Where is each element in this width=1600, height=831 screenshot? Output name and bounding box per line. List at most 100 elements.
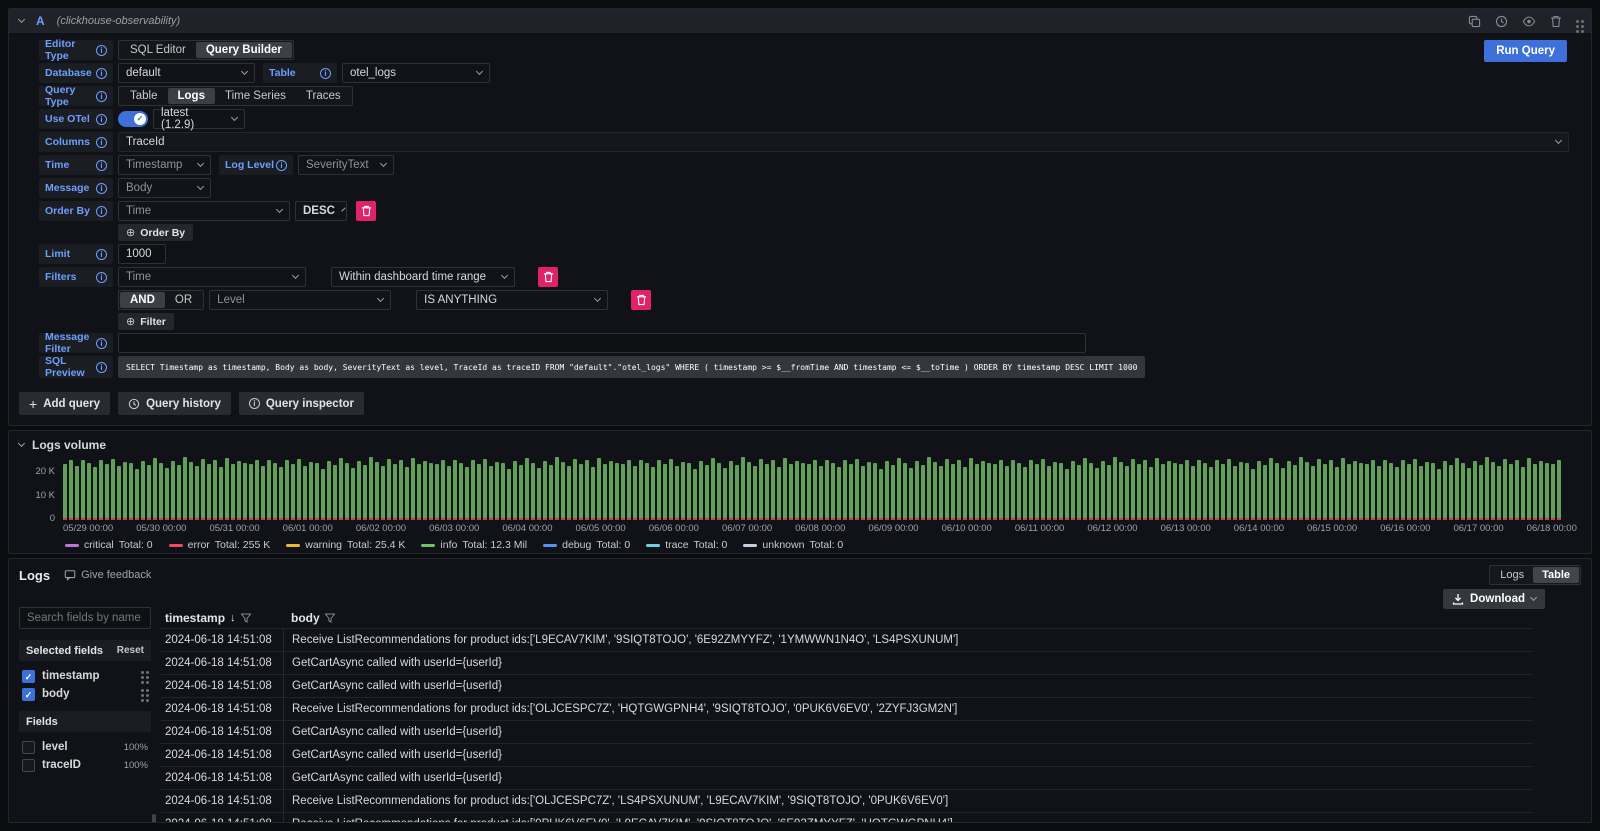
log-table-row[interactable]: 2024-06-18 14:51:08Receive ListRecommend… bbox=[161, 813, 1533, 823]
checkbox[interactable]: ✓ bbox=[22, 688, 35, 701]
legend-item-warning[interactable]: warningTotal: 25.4 K bbox=[286, 539, 405, 551]
search-fields-input[interactable] bbox=[19, 607, 151, 629]
legend-item-critical[interactable]: criticalTotal: 0 bbox=[65, 539, 153, 551]
log-table-row[interactable]: 2024-06-18 14:51:08GetCartAsync called w… bbox=[161, 744, 1533, 767]
filter-icon[interactable] bbox=[325, 613, 335, 623]
sort-desc-icon[interactable]: ↓ bbox=[230, 612, 236, 624]
query-type-option-logs[interactable]: Logs bbox=[168, 88, 215, 104]
filter-field-select[interactable]: Time bbox=[118, 267, 306, 287]
filter-icon[interactable] bbox=[241, 613, 251, 623]
order-direction-select[interactable]: DESC bbox=[295, 201, 347, 221]
filter2-field-select[interactable]: Level bbox=[209, 290, 391, 310]
bool-option-or[interactable]: OR bbox=[165, 292, 202, 308]
legend-item-error[interactable]: errorTotal: 255 K bbox=[169, 539, 271, 551]
info-icon[interactable]: i bbox=[96, 338, 107, 349]
info-icon[interactable]: i bbox=[96, 137, 107, 148]
info-icon[interactable]: i bbox=[96, 91, 107, 102]
query-inspector-button[interactable]: iQuery inspector bbox=[239, 392, 364, 415]
table-select[interactable]: otel_logs bbox=[342, 63, 490, 83]
logs-volume-header[interactable]: Logs volume bbox=[19, 437, 1581, 453]
download-button[interactable]: Download bbox=[1443, 589, 1545, 609]
selected-field-body[interactable]: ✓body bbox=[19, 685, 151, 703]
remove-filter2-button[interactable] bbox=[631, 290, 651, 310]
add-query-button[interactable]: +Add query bbox=[19, 392, 110, 415]
log-table-row[interactable]: 2024-06-18 14:51:08GetCartAsync called w… bbox=[161, 721, 1533, 744]
add-filter-button[interactable]: ⊕Filter bbox=[118, 313, 174, 330]
view-option-table[interactable]: Table bbox=[1533, 567, 1579, 583]
database-select[interactable]: default bbox=[118, 63, 255, 83]
log-table-row[interactable]: 2024-06-18 14:51:08Receive ListRecommend… bbox=[161, 698, 1533, 721]
legend-item-debug[interactable]: debugTotal: 0 bbox=[543, 539, 630, 551]
selected-field-timestamp[interactable]: ✓timestamp bbox=[19, 667, 151, 685]
message-column-select[interactable]: Body bbox=[118, 178, 211, 198]
query-type-option-traces[interactable]: Traces bbox=[296, 88, 351, 104]
info-icon[interactable]: i bbox=[96, 272, 107, 283]
log-table-row[interactable]: 2024-06-18 14:51:08Receive ListRecommend… bbox=[161, 629, 1533, 652]
info-icon[interactable]: i bbox=[96, 160, 107, 171]
remove-filter-button[interactable] bbox=[538, 267, 558, 287]
filter2-operator-select[interactable]: IS ANYTHING bbox=[416, 290, 608, 310]
drag-handle-icon[interactable] bbox=[141, 671, 144, 674]
sidebar-scrollbar[interactable] bbox=[152, 814, 156, 823]
drag-handle-icon[interactable] bbox=[141, 689, 144, 692]
volume-bar bbox=[639, 460, 643, 521]
message-filter-input[interactable] bbox=[118, 333, 1086, 353]
log-table-row[interactable]: 2024-06-18 14:51:08GetCartAsync called w… bbox=[161, 652, 1533, 675]
query-history-button[interactable]: Query history bbox=[118, 392, 231, 415]
field-level[interactable]: level100% bbox=[19, 738, 151, 756]
columns-multiselect[interactable]: TraceId bbox=[118, 132, 1569, 152]
view-option-logs[interactable]: Logs bbox=[1491, 567, 1533, 583]
info-icon[interactable]: i bbox=[96, 45, 107, 56]
collapse-volume-icon[interactable] bbox=[18, 440, 25, 447]
run-query-button[interactable]: Run Query bbox=[1484, 40, 1567, 62]
log-table-row[interactable]: 2024-06-18 14:51:08GetCartAsync called w… bbox=[161, 767, 1533, 790]
bool-option-and[interactable]: AND bbox=[120, 292, 165, 308]
give-feedback-link[interactable]: Give feedback bbox=[64, 569, 151, 581]
query-editor-body: Run Query Editor Typei SQL EditorQuery B… bbox=[9, 33, 1591, 425]
volume-bar bbox=[453, 460, 457, 521]
trash-icon[interactable] bbox=[1550, 15, 1562, 28]
field-traceID[interactable]: traceID100% bbox=[19, 756, 151, 774]
remove-order-by-button[interactable] bbox=[356, 201, 376, 221]
drag-handle-icon[interactable] bbox=[1576, 20, 1579, 23]
checkbox[interactable]: ✓ bbox=[22, 670, 35, 683]
limit-input[interactable] bbox=[118, 244, 166, 264]
checkbox[interactable] bbox=[22, 741, 35, 754]
body-column-header[interactable]: body bbox=[291, 611, 320, 625]
log-table-row[interactable]: 2024-06-18 14:51:08GetCartAsync called w… bbox=[161, 675, 1533, 698]
otel-version-select[interactable]: latest (1.2.9) bbox=[153, 109, 245, 129]
query-type-option-time-series[interactable]: Time Series bbox=[215, 88, 296, 104]
legend-item-trace[interactable]: traceTotal: 0 bbox=[646, 539, 727, 551]
volume-bar bbox=[909, 468, 913, 520]
eye-icon[interactable] bbox=[1522, 15, 1536, 28]
editor-type-option-sql-editor[interactable]: SQL Editor bbox=[120, 42, 196, 58]
add-order-by-button[interactable]: ⊕Order By bbox=[118, 224, 193, 241]
info-icon[interactable]: i bbox=[96, 68, 107, 79]
editor-type-option-query-builder[interactable]: Query Builder bbox=[196, 42, 292, 58]
reset-fields-button[interactable]: Reset bbox=[117, 645, 144, 656]
time-column-select[interactable]: Timestamp bbox=[118, 155, 211, 175]
collapse-query-icon[interactable] bbox=[18, 16, 25, 23]
log-level-select[interactable]: SeverityText bbox=[298, 155, 394, 175]
info-icon[interactable]: i bbox=[276, 160, 287, 171]
info-icon[interactable]: i bbox=[96, 206, 107, 217]
checkbox[interactable] bbox=[22, 759, 35, 772]
timestamp-column-header[interactable]: timestamp bbox=[165, 611, 225, 625]
query-row-header[interactable]: A (clickhouse-observability) bbox=[9, 9, 1591, 33]
legend-item-unknown[interactable]: unknownTotal: 0 bbox=[743, 539, 843, 551]
log-timestamp-cell: 2024-06-18 14:51:08 bbox=[161, 703, 283, 715]
log-table-row[interactable]: 2024-06-18 14:51:08Receive ListRecommend… bbox=[161, 790, 1533, 813]
use-otel-toggle[interactable]: ✓ bbox=[118, 111, 148, 127]
volume-bar bbox=[405, 467, 409, 520]
info-icon[interactable]: i bbox=[96, 362, 107, 373]
query-type-option-table[interactable]: Table bbox=[120, 88, 168, 104]
history-icon[interactable] bbox=[1495, 15, 1508, 28]
info-icon[interactable]: i bbox=[96, 183, 107, 194]
duplicate-icon[interactable] bbox=[1468, 15, 1481, 28]
info-icon[interactable]: i bbox=[320, 68, 331, 79]
order-by-field-select[interactable]: Time bbox=[118, 201, 290, 221]
info-icon[interactable]: i bbox=[96, 249, 107, 260]
legend-item-info[interactable]: infoTotal: 12.3 Mil bbox=[421, 539, 527, 551]
info-icon[interactable]: i bbox=[96, 114, 107, 125]
filter-operator-select[interactable]: Within dashboard time range bbox=[331, 267, 515, 287]
